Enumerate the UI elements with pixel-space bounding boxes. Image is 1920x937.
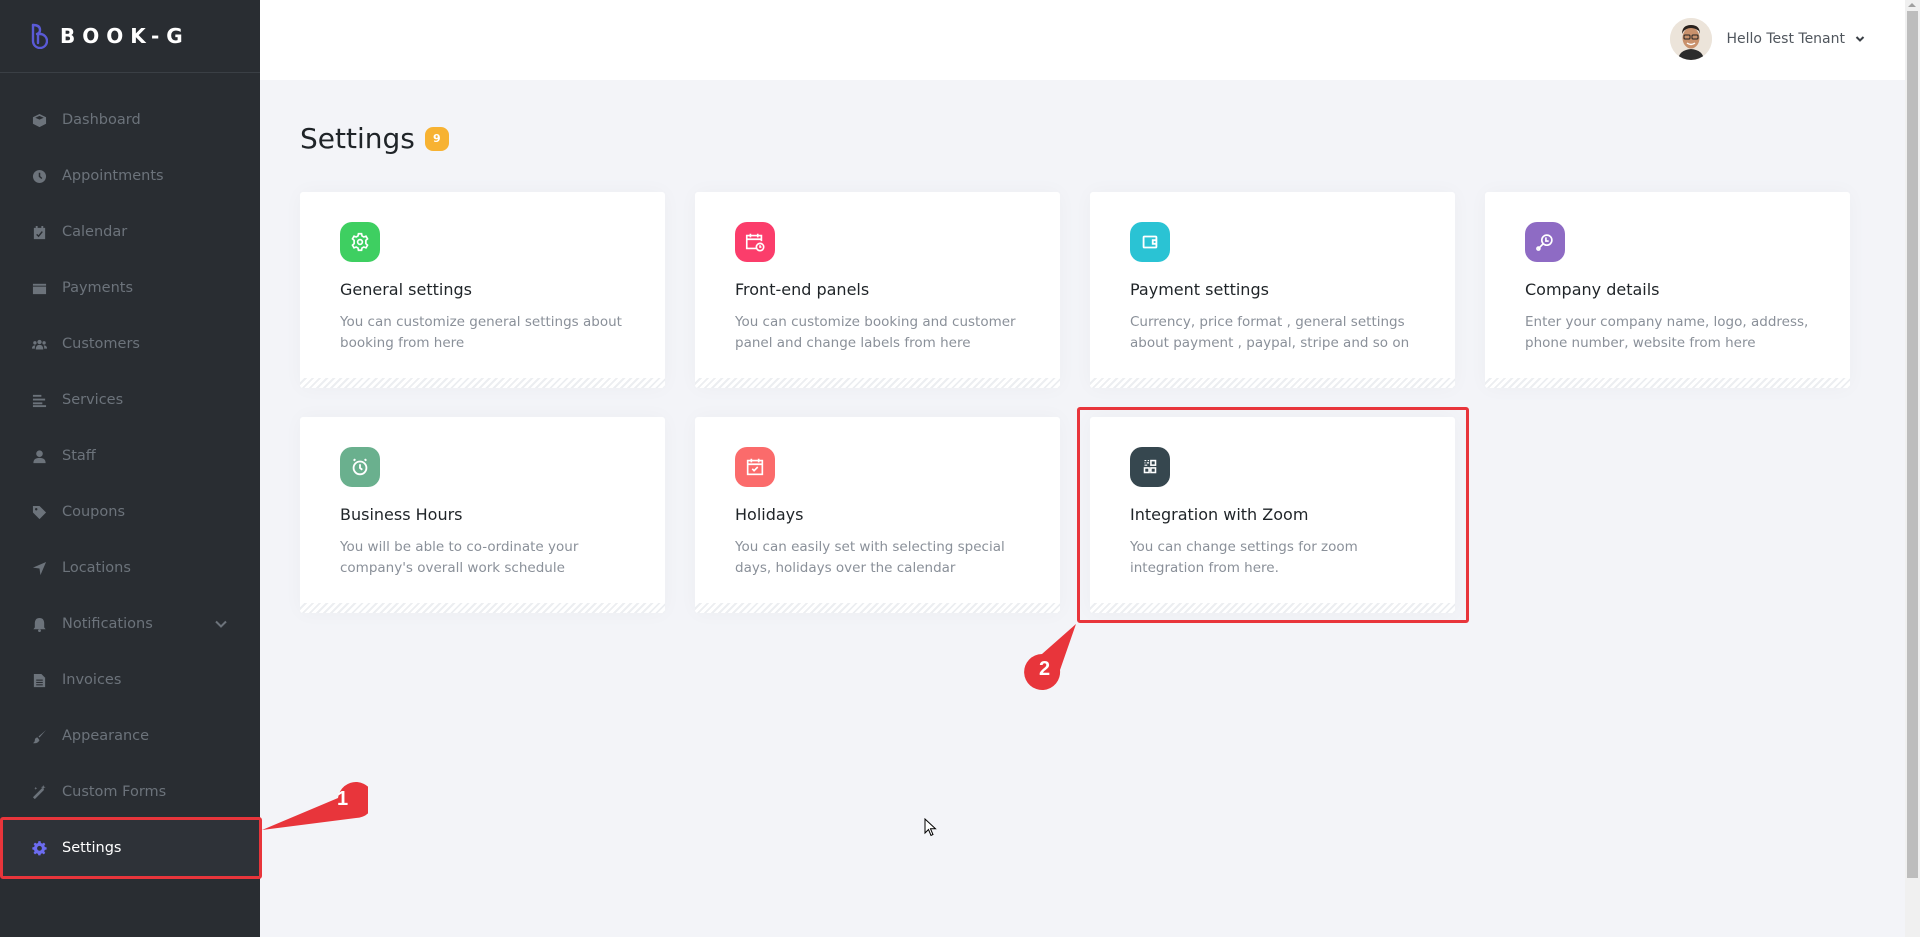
logo[interactable]: BOOK-G bbox=[0, 0, 260, 73]
main-content: Settings 9 General settings You can cust… bbox=[260, 80, 1905, 937]
card-description: You will be able to co-ordinate your com… bbox=[340, 539, 579, 576]
sidebar-nav: Dashboard Appointments Calendar Payments… bbox=[0, 92, 260, 876]
sidebar-item-label: Staff bbox=[62, 448, 96, 464]
sidebar-item-customers[interactable]: Customers bbox=[0, 316, 260, 372]
sidebar-item-locations[interactable]: Locations bbox=[0, 540, 260, 596]
sidebar-item-label: Dashboard bbox=[62, 112, 141, 128]
card-title: Company details bbox=[1525, 280, 1660, 299]
sidebar-item-label: Notifications bbox=[62, 616, 153, 632]
sidebar-item-dashboard[interactable]: Dashboard bbox=[0, 92, 260, 148]
settings-card-general[interactable]: General settings You can customize gener… bbox=[300, 192, 665, 388]
logo-icon bbox=[31, 23, 48, 49]
mouse-cursor-icon bbox=[924, 818, 937, 837]
wallet-icon bbox=[32, 281, 47, 296]
avatar bbox=[1670, 18, 1713, 60]
sidebar-item-label: Payments bbox=[62, 280, 134, 296]
sidebar-item-label: Settings bbox=[62, 840, 122, 856]
sidebar-item-payments[interactable]: Payments bbox=[0, 260, 260, 316]
calendar-clock-icon bbox=[735, 222, 775, 262]
wallet-icon bbox=[1130, 222, 1170, 262]
sidebar: BOOK-G Dashboard Appointments Calendar P… bbox=[0, 0, 260, 937]
sidebar-item-appearance[interactable]: Appearance bbox=[0, 708, 260, 764]
bell-icon bbox=[32, 617, 47, 632]
key-icon bbox=[1525, 222, 1565, 262]
card-title: General settings bbox=[340, 280, 472, 299]
scroll-up-arrow-icon[interactable] bbox=[1908, 3, 1916, 7]
sidebar-item-label: Appearance bbox=[62, 728, 150, 744]
file-icon bbox=[32, 673, 47, 688]
card-title: Payment settings bbox=[1130, 280, 1269, 299]
qr-code-icon bbox=[1130, 447, 1170, 487]
sidebar-item-label: Calendar bbox=[62, 224, 128, 240]
users-icon bbox=[32, 337, 47, 352]
settings-card-holidays[interactable]: Holidays You can easily set with selecti… bbox=[695, 417, 1060, 613]
settings-card-company-details[interactable]: Company details Enter your company name,… bbox=[1485, 192, 1850, 388]
user-menu[interactable]: Hello Test Tenant bbox=[1670, 18, 1865, 60]
calendar-check-icon bbox=[32, 225, 47, 240]
page-title: Settings bbox=[300, 122, 415, 155]
sidebar-item-invoices[interactable]: Invoices bbox=[0, 652, 260, 708]
card-title: Integration with Zoom bbox=[1130, 505, 1309, 524]
cube-icon bbox=[32, 113, 47, 128]
card-description: You can easily set with selecting specia… bbox=[735, 539, 1005, 576]
topbar: Hello Test Tenant bbox=[260, 0, 1905, 80]
alarm-clock-icon bbox=[340, 447, 380, 487]
calendar-check-icon bbox=[735, 447, 775, 487]
sidebar-item-label: Appointments bbox=[62, 168, 164, 184]
gear-icon bbox=[340, 222, 380, 262]
card-description: Enter your company name, logo, address, … bbox=[1525, 314, 1809, 351]
sidebar-item-label: Locations bbox=[62, 560, 131, 576]
card-description: Currency, price format , general setting… bbox=[1130, 314, 1410, 351]
user-icon bbox=[32, 449, 47, 464]
card-title: Business Hours bbox=[340, 505, 463, 524]
user-greeting: Hello Test Tenant bbox=[1726, 31, 1845, 47]
callout-number-2: 2 bbox=[1039, 658, 1051, 680]
sidebar-item-custom-forms[interactable]: Custom Forms bbox=[0, 764, 260, 820]
count-badge: 9 bbox=[424, 126, 449, 151]
sidebar-item-label: Customers bbox=[62, 336, 140, 352]
card-title: Front-end panels bbox=[735, 280, 870, 299]
sidebar-item-label: Services bbox=[62, 392, 124, 408]
sidebar-item-notifications[interactable]: Notifications bbox=[0, 596, 260, 652]
callout-number-1: 1 bbox=[337, 788, 349, 810]
magic-wand-icon bbox=[32, 784, 47, 800]
location-arrow-icon bbox=[32, 561, 47, 576]
page-header: Settings 9 bbox=[300, 122, 449, 155]
card-title: Holidays bbox=[735, 505, 804, 524]
settings-card-business-hours[interactable]: Business Hours You will be able to co-or… bbox=[300, 417, 665, 613]
settings-card-zoom-integration[interactable]: Integration with Zoom You can change set… bbox=[1090, 417, 1455, 613]
clock-icon bbox=[32, 169, 47, 184]
sidebar-item-coupons[interactable]: Coupons bbox=[0, 484, 260, 540]
settings-card-front-end-panels[interactable]: Front-end panels You can customize booki… bbox=[695, 192, 1060, 388]
sidebar-item-services[interactable]: Services bbox=[0, 372, 260, 428]
card-description: You can change settings for zoom integra… bbox=[1130, 539, 1358, 576]
sidebar-item-label: Coupons bbox=[62, 504, 126, 520]
tag-icon bbox=[32, 505, 47, 520]
sidebar-item-staff[interactable]: Staff bbox=[0, 428, 260, 484]
list-icon bbox=[32, 393, 47, 408]
chevron-down-icon[interactable] bbox=[214, 617, 228, 631]
scrollbar[interactable] bbox=[1905, 0, 1920, 937]
card-description: You can customize general settings about… bbox=[340, 314, 622, 351]
scroll-thumb[interactable] bbox=[1907, 11, 1918, 878]
chevron-down-icon bbox=[1855, 36, 1865, 42]
sidebar-item-appointments[interactable]: Appointments bbox=[0, 148, 260, 204]
gear-icon bbox=[32, 840, 47, 856]
sidebar-item-calendar[interactable]: Calendar bbox=[0, 204, 260, 260]
settings-card-payment[interactable]: Payment settings Currency, price format … bbox=[1090, 192, 1455, 388]
sidebar-item-label: Custom Forms bbox=[62, 784, 167, 800]
brand-name: BOOK-G bbox=[60, 24, 190, 48]
sidebar-item-label: Invoices bbox=[62, 672, 122, 688]
sidebar-item-settings[interactable]: Settings bbox=[0, 820, 260, 876]
brush-icon bbox=[32, 729, 47, 744]
card-description: You can customize booking and customer p… bbox=[735, 314, 1016, 351]
